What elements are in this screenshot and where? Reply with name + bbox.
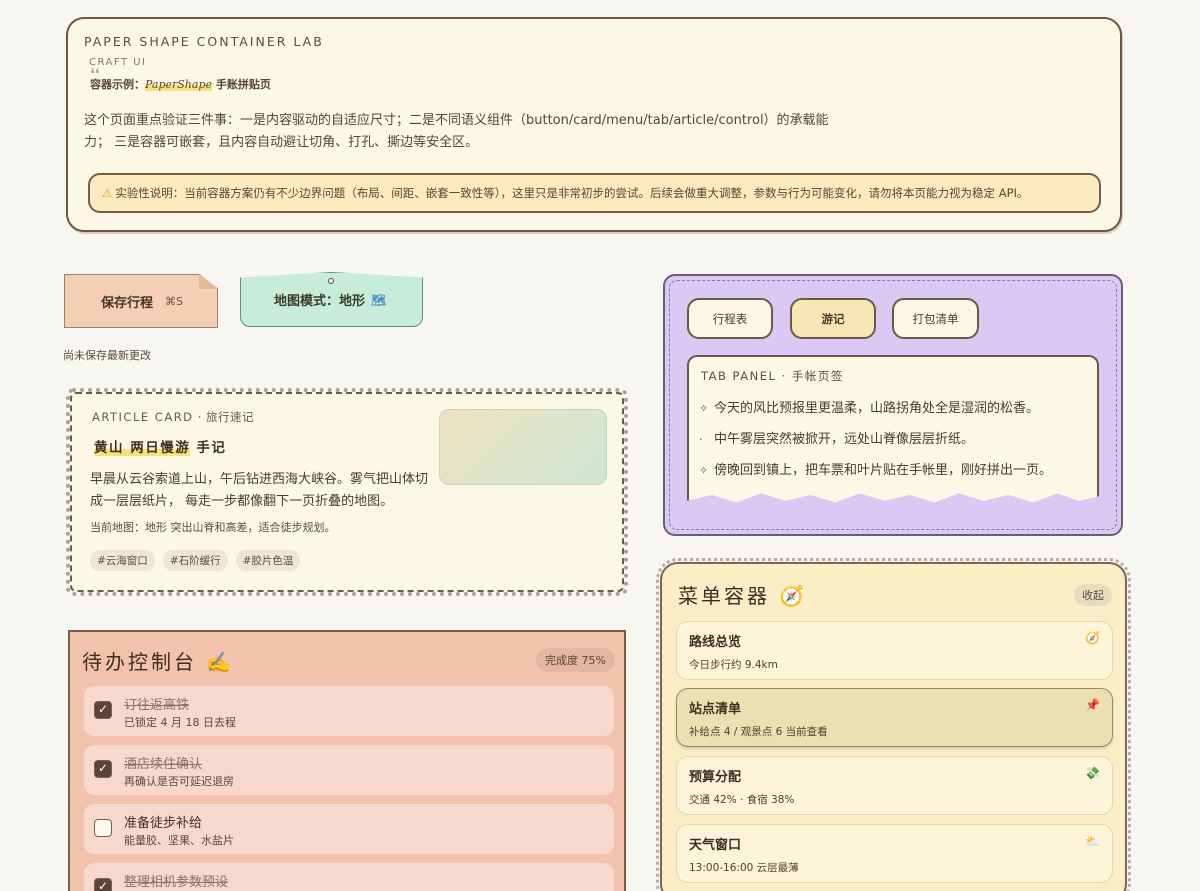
map-note: 当前地图：地形 突出山脊和高差，适合徒步规划。 [90,521,336,534]
menu-title: 菜单容器 🧭 [678,584,808,608]
sparkle-icon: ✧ [699,402,709,415]
todo-item[interactable]: 准备徒步补给 能量胶、坚果、水盐片 [84,804,614,854]
tab-itinerary[interactable]: 行程表 [687,298,773,339]
article-kicker: ARTICLE CARD · 旅行速记 [92,409,254,425]
list-item-text: 今天的风比预报里更温柔，山路拐角处全是湿润的松香。 [714,401,1040,416]
article-body: 早晨从云谷索道上山，午后钻进西海大峡谷。雾气把山体切成一层层纸片， 每走一步都像… [90,472,429,509]
weather-icon: ⛅ [1085,834,1100,848]
todo-item-sub: 已锁定 4 月 18 日去程 [124,716,236,729]
tab-travelogue[interactable]: 游记 [790,298,876,339]
map-icon: 🗺 [371,292,387,307]
kicker-sub: · 旅行速记 [193,410,255,424]
hero-example: 容器示例：PaperShape 手账拼贴页 [90,76,271,92]
example-suffix: 手账拼贴页 [212,78,271,91]
menu-item-title: 路线总览 [689,635,742,650]
example-highlight: PaperShape [145,78,213,91]
save-button-label: 保存行程 [101,295,154,311]
menu-container: 菜单容器 🧭 收起 路线总览 今日步行约 9.4km 🧭 站点清单 补给点 4 … [660,562,1127,891]
warning-text: 实验性说明：当前容器方案仍有不少边界问题（布局、间距、嵌套一致性等），这里只是非… [115,186,1029,200]
tag[interactable]: #石阶缓行 [162,550,228,571]
kicker-label: ARTICLE CARD [92,410,194,424]
menu-item-sub: 交通 42% · 食宿 38% [689,794,795,806]
menu-item-title: 天气窗口 [689,838,742,853]
menu-item-budget[interactable]: 预算分配 交通 42% · 食宿 38% 💸 [676,756,1113,815]
hero-title: PAPER SHAPE CONTAINER LAB [84,34,324,49]
map-mode-label: 地图模式：地形 [274,294,366,309]
article-card: ARTICLE CARD · 旅行速记 黄山 两日慢游 手记 早晨从云谷索道上山… [70,392,624,592]
hero-description: 这个页面重点验证三件事：一是内容驱动的自适应尺寸；二是不同语义组件（button… [84,113,829,150]
menu-item-weather[interactable]: 天气窗口 13:00-16:00 云层最薄 ⛅ [676,824,1113,883]
todo-item-title: 订往返高铁 [124,698,190,713]
todo-item-title: 准备徒步补给 [124,816,203,831]
hero-card: PAPER SHAPE CONTAINER LAB CRAFT UI ❛❛ 容器… [66,17,1122,232]
todo-item-title: 酒店续住确认 [124,757,203,772]
checkbox-checked[interactable]: ✓ [94,701,112,719]
menu-item-sub: 补给点 4 / 观景点 6 当前查看 [689,726,828,738]
warning-banner: ⚠ 实验性说明：当前容器方案仍有不少边界问题（布局、间距、嵌套一致性等），这里只是… [88,173,1101,213]
tab-panel: TAB PANEL · 手帐页签 ✧ 今天的风比预报里更温柔，山路拐角处全是湿润的… [687,355,1099,503]
article-title-highlight: 黄山 两日慢游 [94,440,191,456]
compass-icon: 🧭 [1085,631,1100,645]
tag[interactable]: #胶片色温 [235,550,301,571]
example-prefix: 容器示例： [90,78,145,91]
save-itinerary-button[interactable]: 保存行程 ⌘S [64,274,218,328]
todo-item-sub: 再确认是否可延迟退房 [124,775,234,788]
warning-icon: ⚠ [102,186,113,200]
pin-icon: 📌 [1085,698,1100,712]
unsaved-status: 尚未保存最新更改 [63,349,151,362]
tag-list: #云海窗口 #石阶缓行 #胶片色温 [90,550,301,571]
menu-item-stations[interactable]: 站点清单 补给点 4 / 观景点 6 当前查看 📌 [676,688,1113,747]
todo-item[interactable]: ✓ 整理相机参数预设 [84,863,614,891]
checkbox-checked[interactable]: ✓ [94,760,112,778]
list-item: ✧ 今天的风比预报里更温柔，山路拐角处全是湿润的松香。 [699,393,1052,424]
checkbox-unchecked[interactable] [94,819,112,837]
collapse-button[interactable]: 收起 [1074,584,1112,606]
todo-title: 待办控制台 ✍ [82,650,235,674]
todo-item[interactable]: ✓ 订往返高铁 已锁定 4 月 18 日去程 [84,686,614,736]
save-shortcut: ⌘S [165,294,183,308]
checkbox-checked[interactable]: ✓ [94,878,112,891]
menu-item-sub: 13:00-16:00 云层最薄 [689,862,799,874]
money-icon: 💸 [1085,766,1100,780]
article-title: 黄山 两日慢游 手记 [94,436,226,456]
tab-packing-list[interactable]: 打包清单 [892,298,979,339]
panel-list: ✧ 今天的风比预报里更温柔，山路拐角处全是湿润的松香。 · 中午雾层突然被掀开，远处… [699,393,1052,486]
sparkle-icon: ✧ [699,464,709,477]
progress-badge: 完成度 75% [536,648,615,672]
article-image [439,409,607,485]
menu-item-title: 预算分配 [689,770,742,785]
todo-console: 待办控制台 ✍ 完成度 75% ✓ 订往返高铁 已锁定 4 月 18 日去程 ✓… [68,630,626,891]
list-item-text: 中午雾层突然被掀开，远处山脊像层层折纸。 [714,432,975,447]
todo-item-title: 整理相机参数预设 [124,875,229,890]
todo-item-sub: 能量胶、坚果、水盐片 [124,834,234,847]
panel-heading: TAB PANEL · 手帐页签 [701,369,844,383]
list-item-text: 傍晚回到镇上，把车票和叶片贴在手帐里，刚好拼出一页。 [714,463,1053,478]
dot-icon: · [699,433,703,446]
list-item: · 中午雾层突然被掀开，远处山脊像层层折纸。 [699,424,1052,455]
menu-item-route-overview[interactable]: 路线总览 今日步行约 9.4km 🧭 [676,621,1113,680]
punch-hole [328,278,334,284]
list-item: ✧ 傍晚回到镇上，把车票和叶片贴在手帐里，刚好拼出一页。 [699,455,1052,486]
todo-item[interactable]: ✓ 酒店续住确认 再确认是否可延迟退房 [84,745,614,795]
article-title-suffix: 手记 [190,440,227,456]
menu-item-title: 站点清单 [689,702,742,717]
menu-item-sub: 今日步行约 9.4km [689,659,778,671]
tag[interactable]: #云海窗口 [90,550,155,571]
